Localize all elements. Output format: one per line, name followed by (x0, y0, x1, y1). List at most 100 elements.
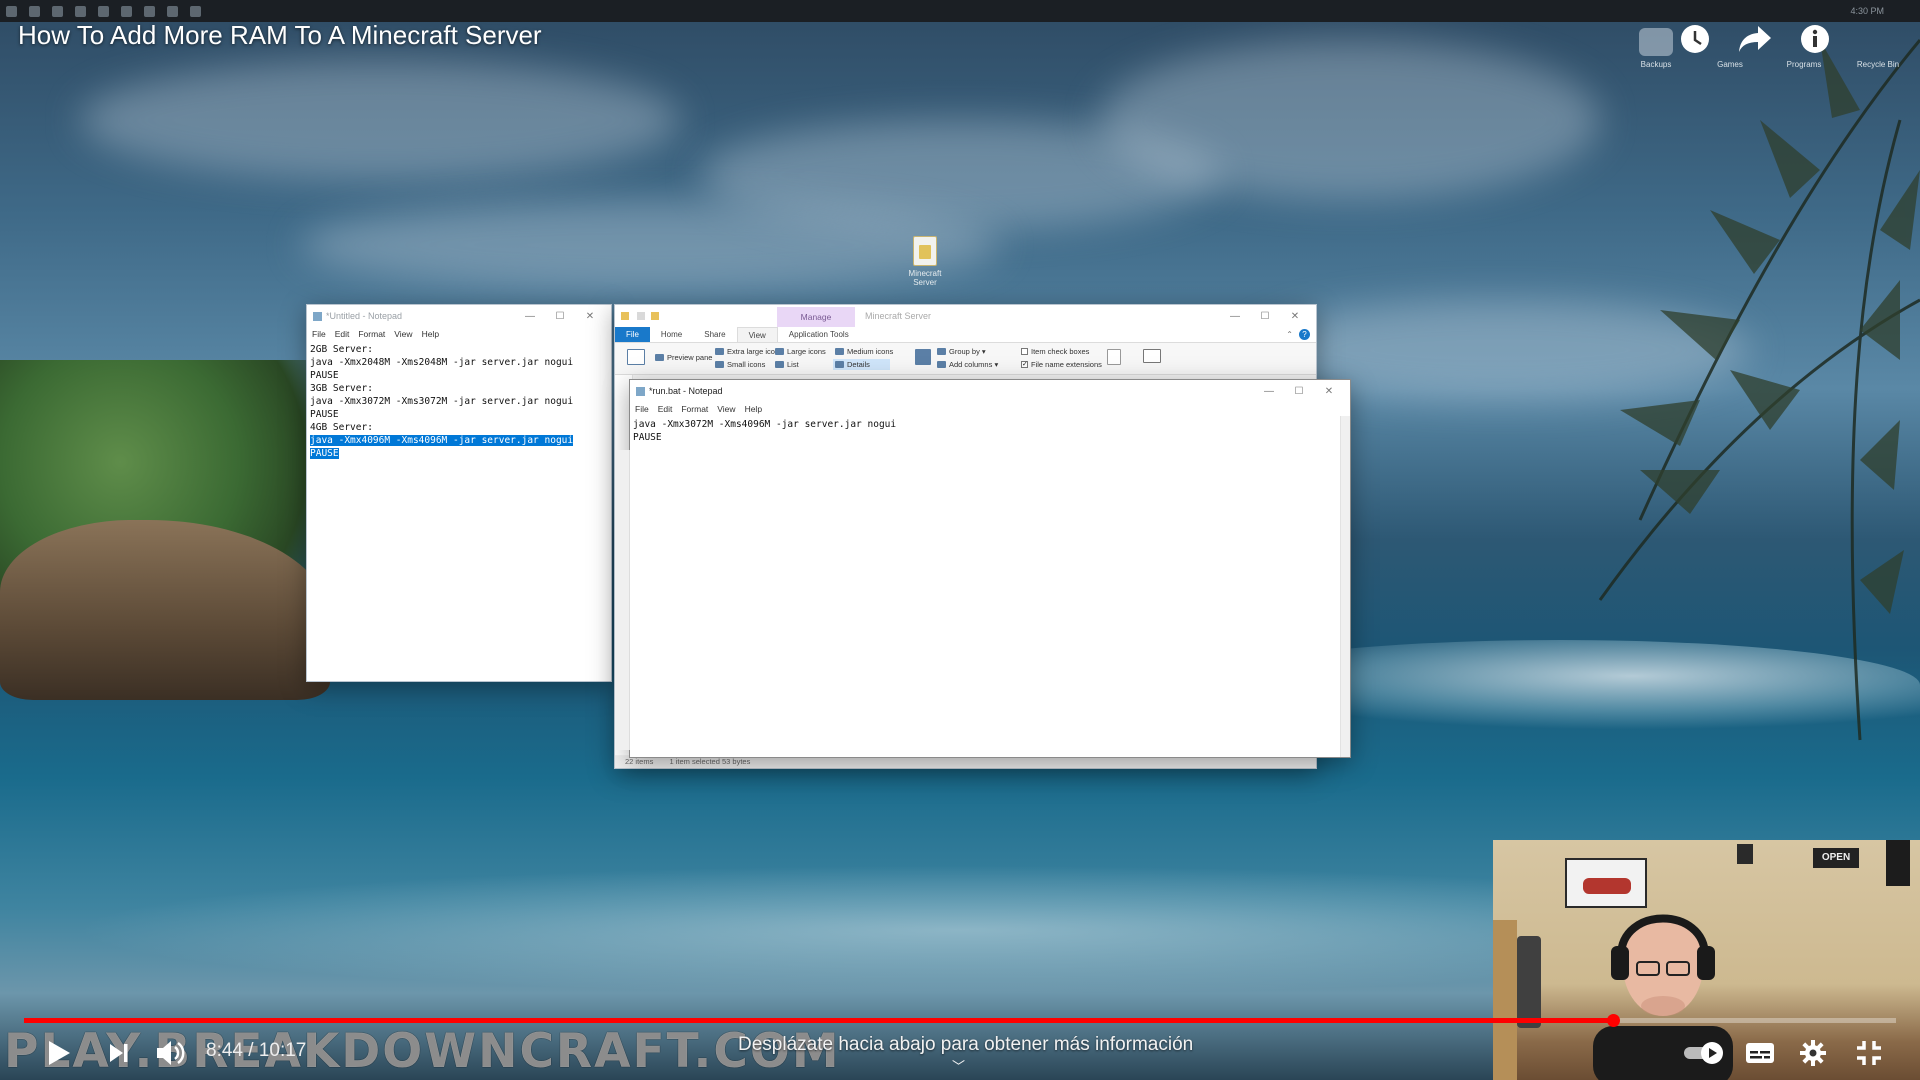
sort-by-button[interactable] (915, 349, 931, 365)
title-bar[interactable]: *Untitled - Notepad — ☐ ✕ (307, 305, 611, 327)
desktop-icon-label: Games (1717, 60, 1743, 69)
minimize-button[interactable]: — (1220, 311, 1250, 322)
quick-access-icon[interactable] (637, 312, 645, 320)
ribbon-label: Preview pane (667, 353, 713, 362)
menu-format[interactable]: Format (358, 329, 385, 339)
menu-edit[interactable]: Edit (335, 329, 350, 339)
details-option[interactable]: Details (833, 359, 890, 370)
tab-share[interactable]: Share (693, 327, 736, 342)
desktop-icon-backups[interactable]: Backups (1628, 28, 1684, 69)
maximize-button[interactable]: ☐ (545, 311, 575, 322)
maximize-button[interactable]: ☐ (1250, 311, 1280, 322)
text-line: PAUSE (310, 409, 339, 420)
text-line: java -Xmx3072M -Xms4096M -jar server.jar… (633, 419, 897, 430)
quick-access-icon[interactable] (651, 312, 659, 320)
item-check-boxes-toggle[interactable]: Item check boxes (1021, 347, 1089, 356)
menu-edit[interactable]: Edit (658, 404, 673, 414)
menu-help[interactable]: Help (745, 404, 762, 414)
explorer-scrollbar[interactable] (616, 450, 630, 750)
window-title: Minecraft Server (865, 311, 932, 321)
autoplay-toggle[interactable] (1682, 1040, 1728, 1066)
text-line: PAUSE (310, 370, 339, 381)
medium-icons-option[interactable]: Medium icons (835, 347, 893, 356)
windows-start-icon[interactable] (6, 5, 17, 17)
app-taskbar-icon[interactable] (190, 5, 201, 17)
preview-pane-button[interactable]: Preview pane (655, 353, 712, 362)
hide-selected-items-button[interactable] (1107, 349, 1121, 365)
ribbon-label: Medium icons (847, 347, 894, 356)
options-button[interactable] (1143, 349, 1161, 363)
tab-manage[interactable]: Manage (777, 307, 855, 327)
close-button[interactable]: ✕ (1314, 386, 1344, 397)
maximize-button[interactable]: ☐ (1284, 386, 1314, 397)
subtitles-icon[interactable] (1744, 1040, 1776, 1066)
search-icon[interactable] (29, 5, 40, 17)
task-view-icon[interactable] (52, 5, 63, 17)
small-icons-option[interactable]: Small icons (715, 360, 765, 369)
tab-home[interactable]: Home (650, 327, 693, 342)
file-icon (913, 236, 937, 266)
tab-view[interactable]: View (736, 327, 778, 342)
chevron-down-icon[interactable]: ﹀ (952, 1056, 965, 1075)
desktop-icon-label: Recycle Bin (1856, 60, 1900, 69)
title-bar[interactable]: Manage Minecraft Server — ☐ ✕ (615, 305, 1316, 327)
group-by-button[interactable]: Group by ▾ (937, 347, 986, 356)
volume-icon[interactable] (154, 1038, 188, 1068)
minimize-button[interactable]: — (515, 311, 545, 322)
app-taskbar-icon[interactable] (167, 5, 178, 17)
progress-played (24, 1018, 1614, 1023)
scroll-hint[interactable]: Desplázate hacia abajo para obtener más … (738, 1034, 1193, 1056)
spotify-taskbar-icon[interactable] (121, 5, 132, 17)
title-bar[interactable]: *run.bat - Notepad — ☐ ✕ (630, 380, 1350, 402)
app-taskbar-icon[interactable] (144, 5, 155, 17)
video-top-actions (1678, 22, 1832, 56)
desktop-icon-label: Minecraft Server (908, 269, 942, 287)
navigation-pane-button[interactable] (627, 349, 645, 365)
text-editor[interactable]: java -Xmx3072M -Xms4096M -jar server.jar… (630, 416, 1350, 446)
large-icons-option[interactable]: Large icons (775, 347, 826, 356)
menu-format[interactable]: Format (681, 404, 708, 414)
extra-large-icons-option[interactable]: Extra large icons (715, 347, 783, 356)
ribbon-label: Large icons (787, 347, 826, 356)
ribbon-label: File name extensions (1031, 360, 1102, 369)
vertical-scrollbar[interactable] (1340, 416, 1350, 757)
file-name-extensions-toggle[interactable]: File name extensions (1021, 360, 1102, 369)
chrome-taskbar-icon[interactable] (98, 5, 109, 17)
clock-icon[interactable] (1678, 22, 1712, 56)
ribbon-label: Group by ▾ (949, 347, 986, 356)
next-button[interactable] (106, 1040, 132, 1066)
close-button[interactable]: ✕ (575, 311, 605, 322)
text-editor[interactable]: 2GB Server: java -Xmx2048M -Xms2048M -jar… (307, 341, 611, 462)
add-columns-button[interactable]: Add columns ▾ (937, 360, 998, 369)
list-option[interactable]: List (775, 360, 799, 369)
menu-file[interactable]: File (312, 329, 326, 339)
desktop-icon-minecraft-server[interactable]: Minecraft Server (900, 236, 950, 287)
chevron-up-icon[interactable]: ⌃ (1280, 327, 1299, 342)
desktop-icon-recycle-bin[interactable]: Recycle Bin (1850, 28, 1906, 69)
time-total: 10:17 (258, 1040, 307, 1061)
settings-gear-icon[interactable] (1798, 1038, 1828, 1068)
notepad-window-run-bat[interactable]: *run.bat - Notepad — ☐ ✕ File Edit Forma… (616, 379, 1351, 758)
notepad-window-untitled[interactable]: *Untitled - Notepad — ☐ ✕ File Edit Form… (306, 304, 612, 682)
help-icon[interactable]: ? (1299, 329, 1310, 340)
menu-help[interactable]: Help (422, 329, 439, 339)
menu-file[interactable]: File (635, 404, 649, 414)
menu-view[interactable]: View (394, 329, 412, 339)
close-button[interactable]: ✕ (1280, 311, 1310, 322)
explorer-taskbar-icon[interactable] (75, 5, 86, 17)
exit-fullscreen-icon[interactable] (1854, 1038, 1884, 1068)
minimize-button[interactable]: — (1254, 386, 1284, 397)
tab-file[interactable]: File (615, 327, 650, 342)
tab-application-tools[interactable]: Application Tools (778, 327, 860, 342)
video-title[interactable]: How To Add More RAM To A Minecraft Serve… (18, 20, 542, 51)
text-line: PAUSE (633, 432, 662, 443)
share-arrow-icon[interactable] (1738, 22, 1772, 56)
text-line: 4GB Server: (310, 422, 373, 433)
ribbon-label: Details (847, 360, 870, 369)
ribbon-tabs: File Home Share View Application Tools ⌃… (615, 327, 1316, 343)
play-button[interactable] (44, 1038, 74, 1068)
info-icon[interactable] (1798, 22, 1832, 56)
progress-bar[interactable] (24, 1014, 1896, 1027)
menu-view[interactable]: View (717, 404, 735, 414)
text-line: 3GB Server: (310, 383, 373, 394)
